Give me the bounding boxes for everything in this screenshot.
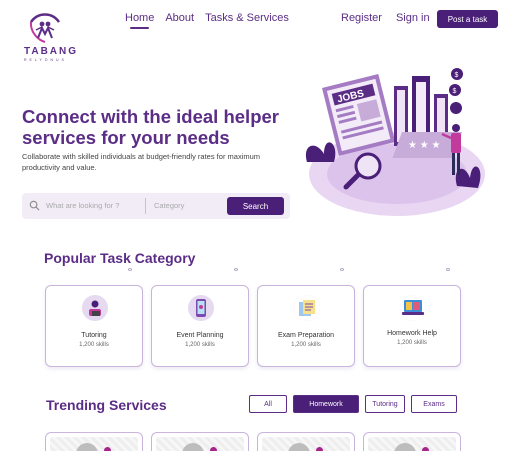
- service-card[interactable]: [363, 432, 461, 451]
- service-badge: [104, 447, 111, 451]
- hero-title: Connect with the ideal helper services f…: [22, 106, 279, 148]
- category-card-homework-help[interactable]: Homework Help 1,200 skills: [363, 285, 461, 367]
- service-card[interactable]: [257, 432, 355, 451]
- nav-home[interactable]: Home: [125, 12, 154, 29]
- filter-exams[interactable]: Exams: [411, 395, 457, 413]
- category-count: 1,200 skills: [185, 342, 215, 348]
- search-input[interactable]: What are looking for ?: [46, 201, 119, 210]
- category-name: Homework Help: [387, 330, 437, 337]
- logo-icon: [29, 13, 61, 43]
- phone-event-icon: [188, 295, 214, 321]
- svg-text:$: $: [453, 88, 457, 95]
- post-task-button[interactable]: Post a task: [437, 10, 498, 28]
- hero-subtitle: Collaborate with skilled individuals at …: [22, 152, 261, 172]
- carousel-dot[interactable]: [128, 268, 132, 271]
- service-badge: [316, 447, 323, 451]
- popular-title: Popular Task Category: [44, 250, 196, 266]
- category-count: 1,200 skills: [291, 342, 321, 348]
- brand-logo[interactable]: TABANG R E L Y O N U S: [22, 10, 76, 64]
- carousel-dot[interactable]: [234, 268, 238, 271]
- tutor-icon: [82, 295, 108, 321]
- filter-all[interactable]: All: [249, 395, 287, 413]
- category-name: Tutoring: [81, 332, 107, 339]
- carousel-dots: [128, 268, 452, 272]
- service-badge: [210, 447, 217, 451]
- hero-illustration: JOBS ★ ★ ★ $ $: [305, 68, 485, 216]
- nav-about[interactable]: About: [165, 12, 194, 24]
- trending-title: Trending Services: [46, 397, 167, 413]
- category-card-exam-preparation[interactable]: Exam Preparation 1,200 skills: [257, 285, 355, 367]
- search-bar: What are looking for ? Category Search: [22, 193, 290, 219]
- signin-link[interactable]: Sign in: [396, 12, 430, 24]
- category-name: Exam Preparation: [277, 332, 335, 339]
- category-select[interactable]: Category: [154, 201, 184, 210]
- service-card[interactable]: [45, 432, 143, 451]
- carousel-dot[interactable]: [446, 268, 450, 271]
- svg-text:$: $: [455, 72, 459, 79]
- category-card-tutoring[interactable]: Tutoring 1,200 skills: [45, 285, 143, 367]
- auth-links: Register Sign in: [341, 12, 430, 24]
- search-button[interactable]: Search: [227, 197, 284, 215]
- carousel-dot[interactable]: [340, 268, 344, 271]
- filter-tutoring[interactable]: Tutoring: [365, 395, 405, 413]
- exam-icon: [294, 295, 320, 321]
- category-name: Event Planning: [176, 332, 224, 339]
- brand-name: TABANG: [24, 46, 79, 57]
- category-count: 1,200 skills: [397, 340, 427, 346]
- search-icon: [29, 200, 40, 211]
- service-card[interactable]: [151, 432, 249, 451]
- main-nav: Home About Tasks & Services: [125, 12, 289, 29]
- filter-homework[interactable]: Homework: [293, 395, 359, 413]
- svg-text:★ ★ ★: ★ ★ ★: [408, 140, 440, 151]
- category-card-event-planning[interactable]: Event Planning 1,200 skills: [151, 285, 249, 367]
- nav-tasks-services[interactable]: Tasks & Services: [205, 12, 289, 24]
- register-link[interactable]: Register: [341, 12, 382, 24]
- search-divider: [145, 198, 146, 214]
- brand-tagline: R E L Y O N U S: [24, 58, 65, 62]
- category-count: 1,200 skills: [79, 342, 109, 348]
- service-badge: [422, 447, 429, 451]
- laptop-homework-icon: [400, 295, 426, 321]
